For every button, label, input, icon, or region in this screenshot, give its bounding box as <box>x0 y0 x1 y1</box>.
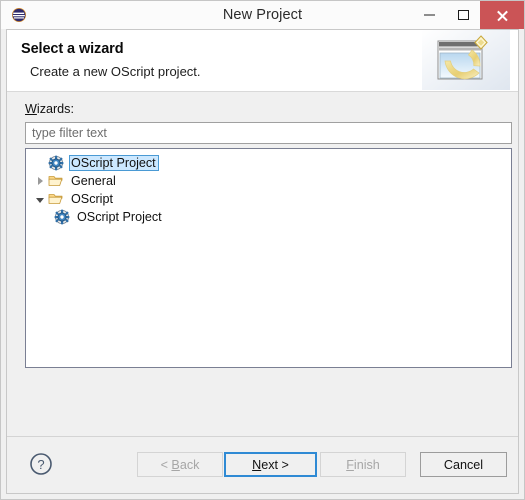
svg-text:?: ? <box>37 457 44 472</box>
maximize-button[interactable] <box>446 1 480 29</box>
oscript-project-icon <box>48 155 64 171</box>
close-icon <box>496 9 509 22</box>
page-description: Create a new OScript project. <box>30 64 201 79</box>
folder-open-icon <box>48 173 64 189</box>
title-bar: New Project <box>1 1 524 29</box>
oscript-project-icon <box>54 209 70 225</box>
help-button[interactable]: ? <box>29 452 53 476</box>
finish-button[interactable]: Finish <box>320 452 406 477</box>
cancel-button[interactable]: Cancel <box>420 452 507 477</box>
wizards-tree[interactable]: OScript Project General OScript OScript … <box>25 148 512 368</box>
close-button[interactable] <box>480 1 524 29</box>
help-icon: ? <box>30 453 52 475</box>
dialog-button-bar: ? < Back Next > Finish Cancel <box>7 436 518 493</box>
tree-item-oscript-project-top[interactable]: OScript Project <box>26 154 511 172</box>
twisty-placeholder <box>32 154 48 172</box>
chevron-down-icon[interactable] <box>32 190 48 208</box>
next-button-suffix: ext > <box>261 457 289 472</box>
tree-item-label: OScript Project <box>69 155 159 171</box>
filter-input[interactable] <box>25 122 512 144</box>
minimize-button[interactable] <box>412 1 446 29</box>
window-controls <box>412 1 524 29</box>
wizards-label: Wizards: <box>25 102 74 116</box>
wizards-label-mnemonic: W <box>25 102 37 116</box>
wizard-banner: Select a wizard Create a new OScript pro… <box>7 30 518 92</box>
dialog-body: Select a wizard Create a new OScript pro… <box>6 29 519 494</box>
wizard-content: Wizards: type filter text OScript Projec… <box>7 92 518 493</box>
tree-item-oscript-folder[interactable]: OScript <box>26 190 511 208</box>
eclipse-icon <box>11 7 27 23</box>
page-title: Select a wizard <box>21 41 124 57</box>
back-button[interactable]: < Back <box>137 452 223 477</box>
back-button-prefix: < <box>160 457 172 472</box>
folder-open-icon <box>48 191 64 207</box>
chevron-right-icon[interactable] <box>32 172 48 190</box>
tree-item-label: OScript <box>71 192 113 206</box>
next-button-mnemonic: N <box>252 457 262 472</box>
back-button-suffix: ack <box>179 457 200 472</box>
back-button-mnemonic: B <box>171 457 180 472</box>
tree-item-label: OScript Project <box>77 210 162 224</box>
finish-button-suffix: inish <box>353 457 380 472</box>
maximize-icon <box>457 10 469 20</box>
finish-button-mnemonic: F <box>346 457 354 472</box>
tree-item-oscript-project-child[interactable]: OScript Project <box>26 208 511 226</box>
tree-item-general[interactable]: General <box>26 172 511 190</box>
tree-item-label: General <box>71 174 116 188</box>
next-button[interactable]: Next > <box>224 452 317 477</box>
new-project-dialog-window: New Project Select a wizard Create a new… <box>0 0 525 500</box>
wizards-label-rest: izards: <box>36 102 74 116</box>
new-project-wizard-banner-icon <box>422 30 510 90</box>
minimize-icon <box>423 14 435 16</box>
